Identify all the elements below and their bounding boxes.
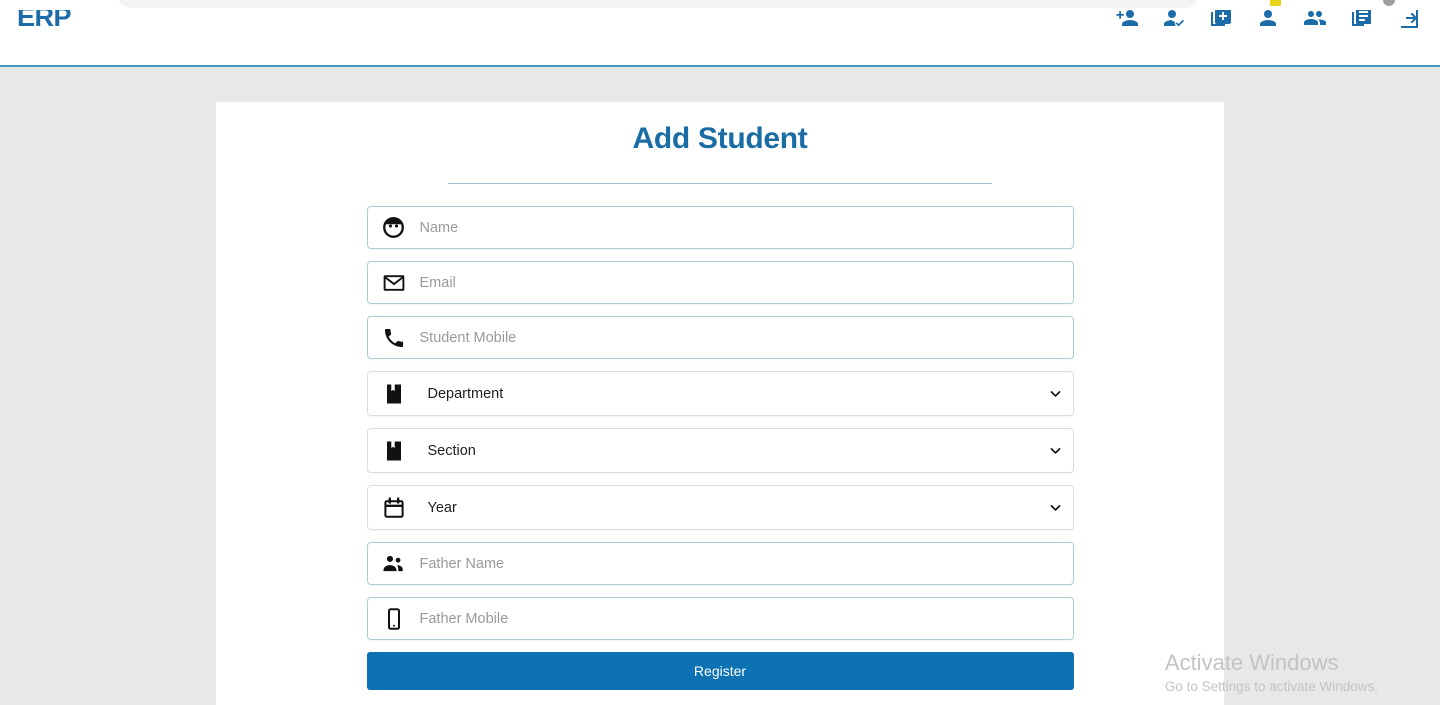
add-student-card: Add Student Department Section Year Regist…: [216, 102, 1224, 705]
page-title: Add Student: [632, 122, 808, 155]
field-year[interactable]: Year: [366, 485, 1074, 530]
smartphone-icon: [368, 598, 420, 639]
father_name-input[interactable]: [419, 543, 1073, 584]
year-select-value: Year: [427, 499, 457, 516]
browser-chrome-sliver: [0, 0, 1440, 10]
book-icon: [368, 372, 420, 415]
student_mobile-input[interactable]: [419, 317, 1073, 358]
phone-icon: [368, 317, 420, 358]
field-name[interactable]: [366, 206, 1074, 249]
section-select-value: Section: [427, 442, 476, 459]
browser-address-bar[interactable]: [118, 0, 1198, 8]
top-navbar: ERP: [0, 0, 1440, 67]
email-input[interactable]: [419, 262, 1073, 303]
people-group-icon: [368, 543, 420, 584]
envelope-icon: [368, 262, 420, 303]
register-button[interactable]: Register: [366, 652, 1074, 690]
chevron-down-icon[interactable]: [1039, 444, 1073, 457]
field-father_name[interactable]: [366, 542, 1074, 585]
book-icon: [368, 429, 420, 472]
account-face-icon: [368, 207, 420, 248]
browser-profile-avatar[interactable]: [1383, 0, 1395, 6]
field-father_mobile[interactable]: [366, 597, 1074, 640]
chevron-down-icon[interactable]: [1039, 387, 1073, 400]
calendar-icon: [368, 486, 420, 529]
field-email[interactable]: [366, 261, 1074, 304]
department-select-value: Department: [427, 385, 504, 402]
chevron-down-icon[interactable]: [1039, 501, 1073, 514]
field-section[interactable]: Section: [366, 428, 1074, 473]
field-student_mobile[interactable]: [366, 316, 1074, 359]
add-student-form: Department Section Year: [366, 206, 1074, 640]
page-body: Add Student Department Section Year Regist…: [0, 67, 1440, 705]
field-department[interactable]: Department: [366, 371, 1074, 416]
browser-extension-badge-icon[interactable]: [1270, 0, 1281, 6]
title-divider: [448, 183, 992, 184]
name-input[interactable]: [419, 207, 1073, 248]
father_mobile-input[interactable]: [419, 598, 1073, 639]
